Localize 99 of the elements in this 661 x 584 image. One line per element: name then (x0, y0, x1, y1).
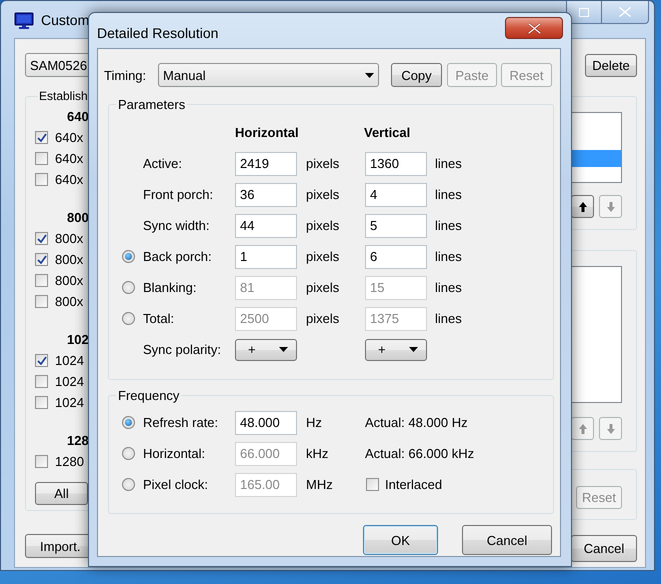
group-title: Establish (38, 89, 89, 103)
checkbox-label: 640x (55, 172, 84, 187)
maximize-button[interactable] (566, 1, 602, 24)
unit-label: MHz (306, 477, 333, 492)
checkbox-label: 800x (55, 294, 84, 309)
field-label: Pixel clock: (143, 477, 208, 492)
unit-label: kHz (306, 446, 328, 461)
unit-label: pixels (306, 249, 340, 264)
radio-button[interactable] (122, 416, 135, 429)
checkbox-label: 800x (55, 273, 84, 288)
checkbox-label: 800x (55, 231, 84, 246)
input-field[interactable]: 2419 (235, 152, 297, 176)
input-field[interactable]: 1360 (365, 152, 427, 176)
input-field[interactable]: 36 (235, 182, 297, 206)
arrow-down-icon (606, 424, 614, 434)
toolbar-button[interactable]: Copy (391, 63, 442, 87)
checkbox[interactable] (35, 253, 48, 266)
field-label: Active: (143, 156, 182, 171)
unit-label: pixels (306, 311, 340, 326)
checkbox[interactable] (35, 295, 48, 308)
checkbox[interactable] (35, 396, 48, 409)
unit-label: pixels (306, 156, 340, 171)
checkbox-label: 800x (55, 252, 84, 267)
field-label: Sync width: (143, 218, 210, 233)
checkbox-label: 1024 (55, 374, 84, 389)
section-heading: 640 (67, 109, 89, 124)
dialog-title: Detailed Resolution (97, 25, 218, 41)
maximize-icon (579, 8, 589, 16)
move-up-button[interactable] (571, 195, 594, 218)
field-label: Horizontal: (143, 446, 206, 461)
polarity-dropdown[interactable]: + (235, 338, 297, 360)
column-header: Vertical (364, 124, 410, 140)
arrow-down-icon (606, 202, 614, 212)
caret-icon (365, 72, 374, 78)
window-title: Custom (41, 12, 90, 28)
radio-button[interactable] (122, 250, 135, 263)
checkbox[interactable] (35, 375, 48, 388)
radio-button[interactable] (122, 312, 135, 325)
checkbox-label: 1024 (55, 395, 84, 410)
unit-label: lines (435, 311, 462, 326)
unit-label: lines (435, 218, 462, 233)
field-label: Blanking: (143, 280, 196, 295)
checkbox-label: 1280 (55, 454, 84, 469)
unit-label: lines (435, 280, 462, 295)
unit-label: pixels (306, 187, 340, 202)
input-field[interactable]: 6 (365, 244, 427, 268)
field-label: Total: (143, 311, 174, 326)
actual-value: Actual: 48.000 Hz (365, 415, 468, 430)
actual-value: Actual: 66.000 kHz (365, 446, 474, 461)
arrow-up-icon (578, 202, 586, 212)
field-label: Refresh rate: (143, 415, 218, 430)
caret-icon (279, 347, 288, 352)
checkbox-label: 1024 (55, 353, 84, 368)
unit-label: lines (435, 156, 462, 171)
delete-button[interactable]: Delete (585, 54, 637, 77)
radio-button[interactable] (122, 281, 135, 294)
ok-button[interactable]: OK (363, 525, 438, 555)
group-title: Frequency (117, 388, 180, 403)
polarity-dropdown[interactable]: + (365, 338, 427, 360)
section-heading: 102 (67, 332, 89, 347)
field-label: Back porch: (143, 249, 212, 264)
close-button[interactable] (602, 1, 649, 24)
unit-label: lines (435, 249, 462, 264)
input-field[interactable]: 5 (365, 214, 427, 238)
field-label: Front porch: (143, 187, 214, 202)
section-heading: 128 (67, 433, 89, 448)
input-field[interactable]: 4 (365, 182, 427, 206)
all-button[interactable]: All (35, 482, 88, 505)
checkbox-label: 640x (55, 130, 84, 145)
cancel-button[interactable]: Cancel (571, 535, 637, 562)
caret-icon (409, 347, 418, 352)
checkbox-label: Interlaced (385, 477, 442, 492)
list-row[interactable] (569, 150, 621, 167)
unit-label: pixels (306, 280, 340, 295)
checkbox[interactable] (35, 274, 48, 287)
unit-label: pixels (306, 218, 340, 233)
close-icon (528, 22, 540, 34)
monitor-icon (14, 12, 34, 30)
input-field[interactable]: 44 (235, 214, 297, 238)
checkbox[interactable] (35, 354, 48, 367)
checkbox[interactable] (35, 232, 48, 245)
checkbox-label: 640x (55, 151, 84, 166)
checkbox[interactable] (35, 173, 48, 186)
timing-dropdown[interactable]: Manual (158, 63, 379, 87)
close-icon (619, 7, 631, 17)
section-heading: 800 (67, 210, 89, 225)
input-field[interactable]: 48.000 (235, 410, 297, 434)
arrow-up-icon (578, 424, 586, 434)
checkbox[interactable] (35, 455, 48, 468)
group-title: Parameters (117, 97, 186, 112)
checkbox[interactable] (35, 152, 48, 165)
close-button[interactable] (505, 17, 563, 39)
input-field[interactable]: 1 (235, 244, 297, 268)
unit-label: lines (435, 187, 462, 202)
column-header: Horizontal (235, 124, 299, 140)
checkbox[interactable] (35, 131, 48, 144)
cancel-button[interactable]: Cancel (462, 525, 552, 555)
unit-label: Hz (306, 415, 322, 430)
field-label: Sync polarity: (143, 342, 222, 357)
